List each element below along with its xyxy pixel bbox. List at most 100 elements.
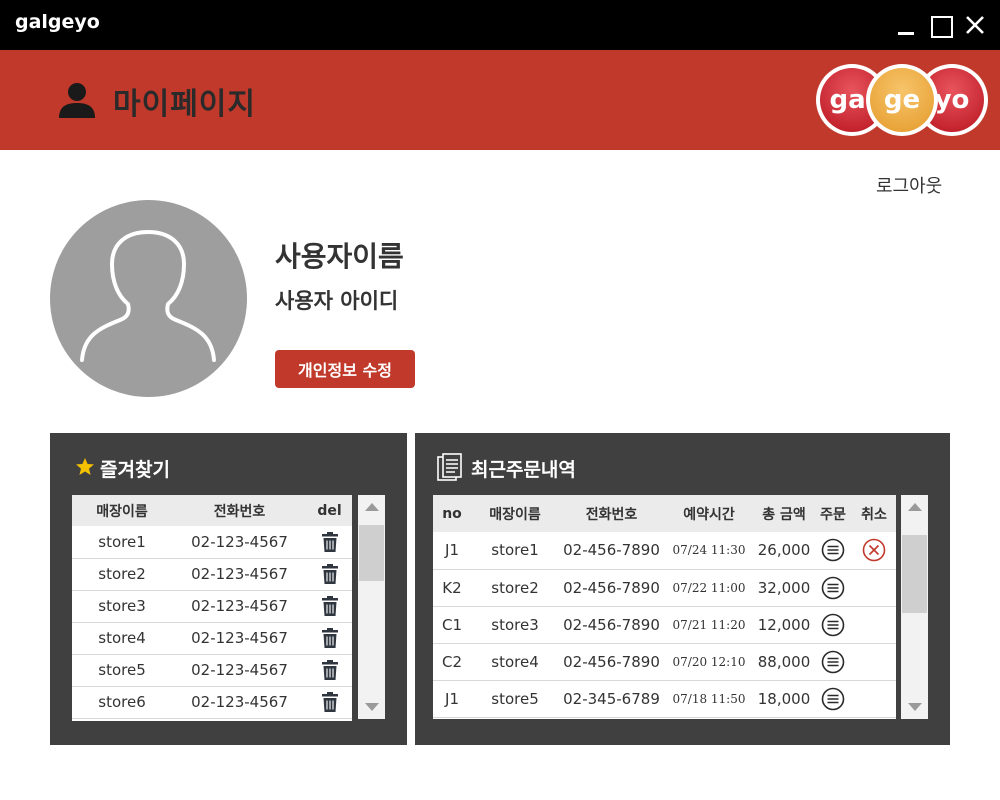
page-title: 마이페이지	[113, 87, 256, 122]
close-icon	[966, 16, 984, 34]
scroll-down-button[interactable]	[901, 695, 928, 719]
edit-profile-button[interactable]: 개인정보 수정	[275, 350, 415, 388]
scroll-thumb[interactable]	[359, 525, 384, 581]
order-detail-cell	[814, 532, 852, 570]
table-row[interactable]: store2 02-123-4567	[72, 558, 352, 591]
person-icon	[59, 83, 95, 118]
scroll-up-button[interactable]	[901, 495, 928, 519]
trash-icon[interactable]	[321, 692, 338, 712]
phone-cell: 02-456-7890	[559, 569, 664, 607]
star-icon	[76, 458, 94, 475]
reservation-time-cell: 07/20 12:10	[664, 643, 754, 681]
scroll-down-button[interactable]	[358, 695, 385, 719]
window-title: galgeyo	[15, 11, 100, 33]
table-row[interactable]: store1 02-123-4567	[72, 526, 352, 559]
order-detail-icon[interactable]	[821, 687, 845, 711]
store-name-cell: store3	[471, 606, 559, 644]
order-detail-cell	[814, 569, 852, 607]
table-row[interactable]: J1 store5 02-345-6789 07/18 11:50 18,000	[433, 680, 896, 718]
column-header: 총 금액	[754, 495, 814, 532]
column-header: 주문	[814, 495, 852, 532]
order-detail-cell	[814, 680, 852, 718]
phone-cell: 02-123-4567	[172, 686, 307, 719]
amount-cell: 32,000	[754, 569, 814, 607]
order-no-cell: C1	[433, 606, 471, 644]
order-no-cell: J1	[433, 680, 471, 718]
trash-icon[interactable]	[321, 660, 338, 680]
store-name-cell: store2	[72, 558, 172, 591]
orders-table: no 매장이름 전화번호 예약시간 총 금액 주문 취소 J1 store1 02-…	[433, 495, 896, 719]
column-header: 예약시간	[664, 495, 754, 532]
phone-cell: 02-123-4567	[172, 590, 307, 623]
table-row[interactable]: J1 store1 02-456-7890 07/24 11:30 26,000	[433, 532, 896, 570]
store-name-cell: store3	[72, 590, 172, 623]
cancel-cell	[852, 532, 896, 570]
trash-icon[interactable]	[321, 531, 338, 552]
user-id: 사용자 아이디	[275, 289, 399, 313]
scroll-up-button[interactable]	[358, 495, 385, 519]
favorites-scrollbar[interactable]	[358, 495, 385, 719]
logout-link[interactable]: 로그아웃	[876, 172, 942, 198]
trash-icon[interactable]	[321, 564, 338, 584]
table-row[interactable]: store6 02-123-4567	[72, 686, 352, 719]
minimize-button[interactable]	[893, 12, 919, 38]
store-name-cell: store2	[471, 569, 559, 607]
cancel-cell	[852, 569, 896, 607]
table-row[interactable]: store3 02-123-4567	[72, 590, 352, 623]
delete-cell	[307, 558, 352, 591]
table-row[interactable]: C2 store4 02-456-7890 07/20 12:10 88,000	[433, 643, 896, 681]
delete-cell	[307, 654, 352, 687]
favorites-title: 즐겨찾기	[100, 459, 170, 481]
orders-scrollbar[interactable]	[901, 495, 928, 719]
page-header: 마이페이지 gal ge yo	[0, 50, 1000, 150]
scroll-thumb[interactable]	[902, 535, 927, 613]
phone-cell: 02-123-4567	[172, 622, 307, 655]
column-header: 매장이름	[72, 495, 172, 526]
order-detail-icon[interactable]	[821, 538, 845, 562]
logo-text-ge: ge	[870, 68, 934, 132]
trash-icon[interactable]	[321, 628, 338, 648]
order-detail-cell	[814, 606, 852, 644]
phone-cell: 02-123-4567	[172, 558, 307, 591]
column-header: no	[433, 495, 471, 532]
close-button[interactable]	[962, 12, 988, 38]
user-silhouette-icon	[80, 230, 216, 362]
favorites-table: 매장이름 전화번호 del store1 02-123-4567 store2 02-…	[72, 495, 352, 721]
store-name-cell: store1	[72, 526, 172, 559]
order-no-cell: C2	[433, 643, 471, 681]
amount-cell: 12,000	[754, 606, 814, 644]
order-detail-icon[interactable]	[821, 613, 845, 637]
reservation-time-cell: 07/24 11:30	[664, 532, 754, 570]
amount-cell: 88,000	[754, 643, 814, 681]
table-header: 매장이름 전화번호 del	[72, 495, 352, 526]
amount-cell: 18,000	[754, 680, 814, 718]
column-header: 전화번호	[559, 495, 664, 532]
order-no-cell: J1	[433, 532, 471, 570]
title-bar: galgeyo	[0, 0, 1000, 50]
table-row[interactable]: store5 02-123-4567	[72, 654, 352, 687]
delete-cell	[307, 590, 352, 623]
order-detail-icon[interactable]	[821, 576, 845, 600]
table-row[interactable]: C1 store3 02-456-7890 07/21 11:20 12,000	[433, 606, 896, 644]
reservation-time-cell: 07/22 11:00	[664, 569, 754, 607]
store-name-cell: store1	[471, 532, 559, 570]
table-row[interactable]: store4 02-123-4567	[72, 622, 352, 655]
reservation-time-cell: 07/21 11:20	[664, 606, 754, 644]
trash-icon[interactable]	[321, 596, 338, 616]
phone-cell: 02-123-4567	[172, 526, 307, 559]
user-name: 사용자이름	[275, 240, 404, 273]
delete-cell	[307, 526, 352, 559]
cancel-cell	[852, 606, 896, 644]
cancel-cell	[852, 643, 896, 681]
table-row[interactable]: K2 store2 02-456-7890 07/22 11:00 32,000	[433, 569, 896, 607]
order-no-cell: K2	[433, 569, 471, 607]
reservation-time-cell: 07/18 11:50	[664, 680, 754, 718]
column-header: 전화번호	[172, 495, 307, 526]
delete-cell	[307, 686, 352, 719]
order-detail-icon[interactable]	[821, 650, 845, 674]
cancel-order-icon[interactable]	[862, 538, 886, 562]
cancel-cell	[852, 680, 896, 718]
avatar	[50, 200, 247, 397]
column-header: del	[307, 495, 352, 526]
maximize-button[interactable]	[928, 12, 954, 38]
